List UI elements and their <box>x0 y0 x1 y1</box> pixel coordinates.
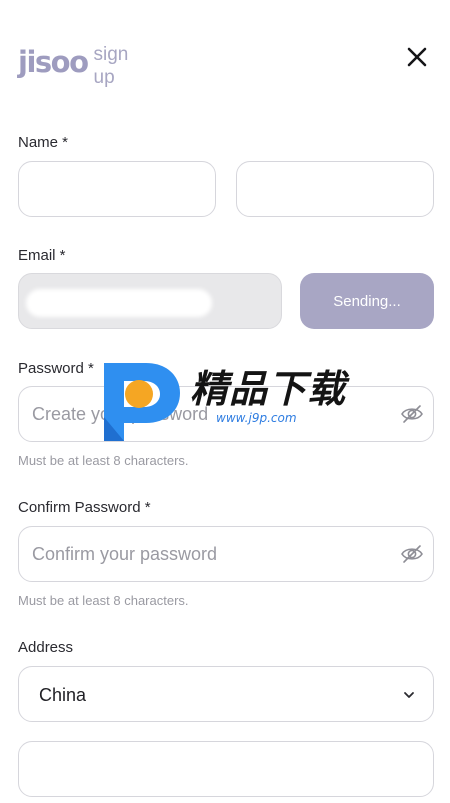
first-name-input[interactable] <box>18 161 216 217</box>
page-title: sign up <box>93 44 129 88</box>
confirm-password-hint: Must be at least 8 characters. <box>18 593 189 608</box>
close-icon <box>407 47 427 67</box>
confirm-password-visibility-toggle[interactable] <box>399 541 425 567</box>
signup-page: jisoo sign up Name * Email * Sending... … <box>0 0 450 803</box>
eye-off-icon <box>401 405 423 423</box>
address-label: Address <box>18 639 74 656</box>
confirm-password-input[interactable] <box>18 526 434 582</box>
email-label: Email * <box>18 247 66 264</box>
password-label: Password * <box>18 360 94 377</box>
country-select[interactable]: China <box>18 666 434 722</box>
logo-wordmark: jisoo <box>18 45 89 79</box>
eye-off-icon <box>401 545 423 563</box>
last-name-input[interactable] <box>236 161 434 217</box>
country-selected-value: China <box>39 685 87 705</box>
confirm-password-label: Confirm Password * <box>18 499 151 516</box>
password-hint: Must be at least 8 characters. <box>18 453 189 468</box>
brand-logo: jisoo sign up <box>18 42 138 89</box>
chevron-down-icon <box>404 692 414 698</box>
name-label: Name * <box>18 134 69 151</box>
address-detail-input[interactable] <box>18 741 434 797</box>
email-redaction <box>26 289 212 317</box>
send-code-button[interactable]: Sending... <box>300 273 434 329</box>
password-input[interactable] <box>18 386 434 442</box>
close-button[interactable] <box>403 43 431 71</box>
password-visibility-toggle[interactable] <box>399 401 425 427</box>
